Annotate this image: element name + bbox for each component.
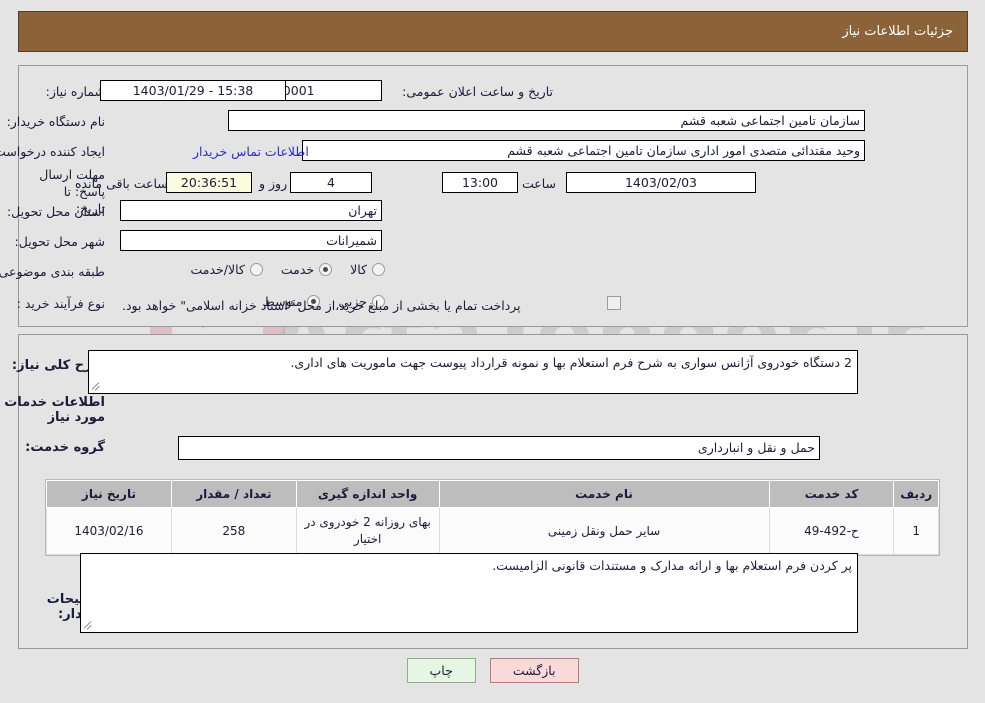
table-row: 1 ح-492-49 سایر حمل ونقل زمینی بهای روزانه … [46,507,939,555]
creator-label: ایجاد کننده درخواست: [0,144,105,159]
deadline-hour-value: 13:00 [442,172,518,193]
category-radio-group: کالا خدمت کالا/خدمت [172,262,385,277]
buyer-org-value: سازمان تامین اجتماعی شعبه قشم [228,110,865,131]
category-radio-icon[interactable] [319,263,333,276]
category-option-label: کالا [350,262,367,277]
table-cell: 1 [893,507,939,555]
remaining-days-value: 4 [290,172,372,193]
category-option-1[interactable]: خدمت [280,262,333,277]
table-header-cell: تعداد / مقدار [170,480,297,508]
resize-grip-icon [91,380,103,392]
public-announce-value: 15:38 - 1403/01/29 [100,80,286,101]
page-header: جزئیات اطلاعات نیاز [18,11,968,52]
province-label: استان محل تحویل: [6,204,105,219]
remaining-time-suffix: ساعت باقی مانده [75,176,168,191]
need-info-panel [18,65,968,327]
city-label: شهر محل تحویل: [14,234,105,249]
category-option-label: خدمت [280,262,315,277]
table-body: 1 ح-492-49 سایر حمل ونقل زمینی بهای روزانه … [46,507,939,555]
general-need-textarea[interactable]: 2 دستگاه خودروی آژانس سواری به شرح فرم ا… [88,350,858,394]
category-radio-icon[interactable] [249,263,263,276]
services-table-wrapper: ردیف کد خدمت نام خدمت واحد اندازه گیری تعداد… [45,479,940,556]
category-option-2[interactable]: کالا/خدمت [190,262,263,277]
resize-grip-icon [83,619,95,631]
back-button[interactable]: بازگشت [489,658,579,683]
header-bar: جزئیات اطلاعات نیاز [18,11,968,52]
province-value: تهران [120,200,382,221]
deadline-date-value: 1403/02/03 [566,172,756,193]
table-cell: 258 [170,507,297,555]
need-number-label: شماره نیاز: [45,84,105,99]
service-group-value: حمل و نقل و انبارداری [178,436,820,460]
table-header-cell: واحد اندازه گیری [295,480,440,508]
table-header-cell: کد خدمت [768,480,895,508]
category-option-0[interactable]: کالا [350,262,385,277]
table-header-cell: ردیف [893,480,939,508]
remaining-days-label: روز و [259,176,288,191]
remaining-time-counter: 20:36:51 [166,172,252,193]
payment-note-checkbox[interactable] [607,296,621,310]
general-need-text: 2 دستگاه خودروی آژانس سواری به شرح فرم ا… [290,355,852,370]
category-label: طبقه بندی موضوعی: [0,264,105,279]
table-cell: ح-492-49 [768,507,895,555]
creator-value: وحید مقتدائی متصدی امور اداری سازمان تام… [302,140,865,161]
table-header-row: ردیف کد خدمت نام خدمت واحد اندازه گیری تعداد… [46,480,939,508]
buyer-notes-text: پر کردن فرم استعلام بها و ارائه مدارک و … [492,558,852,573]
service-group-label: گروه خدمت: [25,440,105,455]
table-cell: بهای روزانه 2 خودروی در اختیار [295,507,440,555]
process-label: نوع فرآیند خرید : [16,296,105,311]
page-title: جزئیات اطلاعات نیاز [842,24,953,39]
services-section-title: اطلاعات خدمات مورد نیاز [4,395,105,425]
payment-note-text: پرداخت تمام یا بخشی از مبلغ خرید،از محل … [122,298,521,313]
category-radio-icon[interactable] [372,263,385,276]
city-value: شمیرانات [120,230,382,251]
buyer-notes-textarea[interactable]: پر کردن فرم استعلام بها و ارائه مدارک و … [80,553,858,633]
public-announce-label: تاریخ و ساعت اعلان عمومی: [402,84,553,99]
buyer-contact-link[interactable]: اطلاعات تماس خریدار [193,144,309,159]
category-option-label: کالا/خدمت [190,262,245,277]
print-button[interactable]: چاپ [406,658,476,683]
deadline-hour-label: ساعت [522,176,557,191]
buyer-org-label: نام دستگاه خریدار: [6,114,105,129]
table-header-cell: نام خدمت [438,480,770,508]
table-cell: 1403/02/16 [46,507,172,555]
services-table: ردیف کد خدمت نام خدمت واحد اندازه گیری تعداد… [46,480,939,555]
table-cell: سایر حمل ونقل زمینی [438,507,770,555]
action-button-row: بازگشت چاپ [0,658,985,683]
table-header-cell: تاریخ نیاز [46,480,172,508]
page-root: ArtaTender.ir جزئیات اطلاعات نیاز شماره … [0,0,985,703]
